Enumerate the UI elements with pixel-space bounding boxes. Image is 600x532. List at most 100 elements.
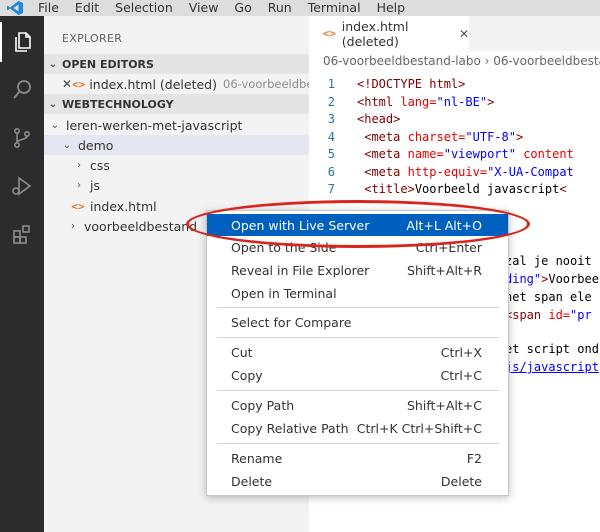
chevron-down-icon: ⌄ [50,119,60,131]
code-line-partial: <span id="pr [505,306,592,324]
code-token: id= [548,308,571,322]
menu-copy[interactable]: Copy Ctrl+C [207,364,508,386]
html-file-icon: <> [71,199,85,213]
menu-view[interactable]: View [181,0,227,16]
explorer-title: EXPLORER [62,32,123,45]
menu-help[interactable]: Help [369,0,414,16]
code-line-partial: ding">Voorbee [505,270,599,288]
line-number: 2 [327,94,335,109]
line-number: 3 [327,112,335,126]
code-token: <head> [357,112,401,126]
code-token: "UTF-8" [465,129,516,144]
code-line: 5 <meta name="viewport" content [309,145,574,163]
chevron-down-icon: ⌄ [48,58,58,70]
menu-open-in-terminal[interactable]: Open in Terminal [207,282,508,304]
code-token: ding" [505,272,542,286]
source-control-icon[interactable] [0,118,44,158]
menu-item-label: Cut [231,344,253,360]
menu-item-label: Rename [231,450,283,466]
code-token: <meta [364,164,408,179]
menu-edit[interactable]: Edit [67,0,107,16]
tree-label: voorbeeldbestand [84,218,198,234]
code-token: < [559,182,567,196]
close-icon[interactable]: ✕ [459,27,469,41]
menu-item-shortcut: Ctrl+Enter [415,239,482,255]
menu-open-to-side[interactable]: Open to the Side Ctrl+Enter [207,236,508,258]
menu-separator [217,390,499,391]
line-number: 5 [327,147,335,161]
code-token: Voorbeeld javascript [414,182,560,196]
menu-copy-relative-path[interactable]: Copy Relative Path Ctrl+K Ctrl+Shift+C [207,417,508,439]
code-token: <meta [364,129,408,144]
open-editor-item[interactable]: ✕ <> index.html (deleted) 06-voorbeeldbe… [44,74,342,94]
tree-folder-leren[interactable]: ⌄ leren-werken-met-javascript [44,115,309,135]
code-line-partial: het span ele [505,288,592,306]
workspace-label: WEBTECHNOLOGY [62,97,174,111]
tree-label: css [90,157,110,173]
html-file-icon: <> [72,77,86,91]
search-icon[interactable] [0,70,44,110]
open-editors-header[interactable]: ⌄ OPEN EDITORS [44,54,309,74]
tree-folder-css[interactable]: › css [44,155,309,175]
menu-item-label: Copy [231,367,263,383]
code-line: 4 <meta charset="UTF-8"> [309,128,523,146]
menu-item-shortcut: Alt+L Alt+O [406,217,482,233]
code-token: <!DOCTYPE html> [357,77,466,91]
menu-terminal[interactable]: Terminal [300,0,369,16]
open-editor-filename: index.html (deleted) [89,76,217,92]
extensions-icon[interactable] [0,214,44,254]
menu-item-label: Copy Relative Path [231,420,349,436]
code-token: lang= [400,94,437,109]
tree-folder-js[interactable]: › js [44,175,309,195]
code-token: > [487,94,495,109]
code-token: <html [357,94,401,109]
code-line-partial: zal je nooit [505,252,592,270]
code-token: "viewport" [443,147,516,161]
menu-item-shortcut: F2 [466,450,482,466]
menu-select-for-compare[interactable]: Select for Compare [207,311,508,333]
menu-file[interactable]: File [30,0,67,16]
menu-selection[interactable]: Selection [107,0,181,16]
tree-folder-demo[interactable]: ⌄ demo [44,135,309,155]
code-token: http-equiv= [407,164,488,179]
menu-bar: File Edit Selection View Go Run Terminal… [0,0,600,16]
code-line-partial: js/javascript [505,358,599,376]
code-token: <span [505,308,549,322]
menu-open-live-server[interactable]: Open with Live Server Alt+L Alt+O [207,214,508,236]
editor-tab-bar: <> index.html (deleted) ✕ [309,16,600,51]
menu-go[interactable]: Go [226,0,259,16]
menu-item-label: Copy Path [231,397,295,413]
menu-copy-path[interactable]: Copy Path Shift+Alt+C [207,394,508,416]
menu-run[interactable]: Run [260,0,300,16]
menu-rename[interactable]: Rename F2 [207,447,508,469]
code-line: 6 <meta http-equiv="X-UA-Compat [309,163,574,181]
chevron-right-icon: › [71,220,75,232]
run-debug-icon[interactable] [0,166,44,206]
menu-item-shortcut: Ctrl+K Ctrl+Shift+C [356,420,482,436]
tree-label: demo [78,137,114,153]
chevron-right-icon: › [77,159,81,171]
menu-item-shortcut: Ctrl+X [440,344,482,360]
files-icon[interactable] [0,22,44,62]
menu-cut[interactable]: Cut Ctrl+X [207,341,508,363]
menu-item-shortcut: Shift+Alt+C [406,397,482,413]
chevron-down-icon: ⌄ [62,139,72,151]
vscode-logo-icon [0,0,30,16]
tree-label: index.html [90,198,157,214]
menu-delete[interactable]: Delete Delete [207,470,508,492]
code-line-partial: et script ond [505,340,599,358]
tree-label: js [90,177,100,193]
code-token: "pr [570,308,592,322]
close-icon[interactable]: ✕ [62,77,72,91]
workspace-header[interactable]: ⌄ WEBTECHNOLOGY [44,94,309,114]
open-editors-label: OPEN EDITORS [62,57,154,71]
tab-index-html[interactable]: <> index.html (deleted) ✕ [309,16,469,51]
activity-bar [0,16,44,532]
menu-reveal-in-explorer[interactable]: Reveal in File Explorer Shift+Alt+R [207,259,508,281]
menu-item-shortcut: Ctrl+C [440,367,482,383]
menu-item-label: Select for Compare [231,314,352,330]
code-line: 3 <head> [309,110,401,128]
code-token: het span ele [505,290,592,304]
line-number: 7 [327,182,335,196]
breadcrumb[interactable]: 06-voorbeeldbestand-labo › 06-voorbeeldb… [309,54,600,72]
